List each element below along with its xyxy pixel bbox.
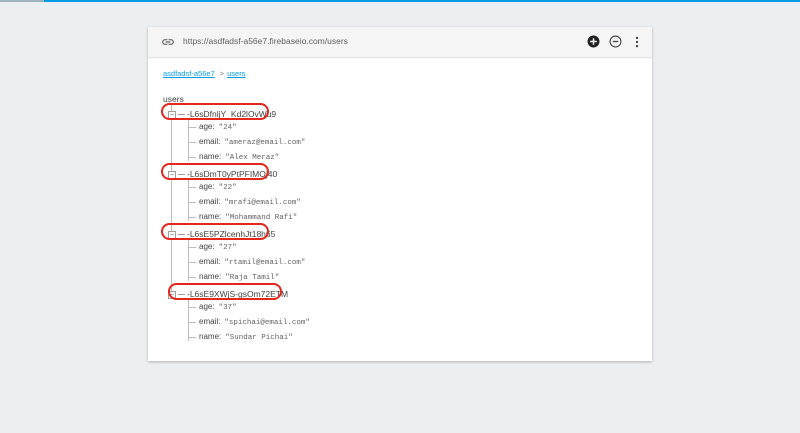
field-row[interactable]: age: "24" xyxy=(199,122,237,133)
child-connector-horizontal xyxy=(188,337,196,338)
child-connector-horizontal xyxy=(188,262,196,263)
field-row[interactable]: name: "Sundar Pichai" xyxy=(199,332,293,343)
field-name: email: xyxy=(199,317,221,326)
field-row[interactable]: age: "22" xyxy=(199,182,237,193)
child-connector-horizontal xyxy=(188,277,196,278)
field-value[interactable]: "24" xyxy=(219,124,237,132)
field-row[interactable]: name: "Mohammand Rafi" xyxy=(199,212,297,223)
field-row[interactable]: email: "spichai@email.com" xyxy=(199,317,310,328)
field-row[interactable]: email: "rtamil@email.com" xyxy=(199,257,305,268)
field-value[interactable]: "Sundar Pichai" xyxy=(225,334,293,342)
field-row[interactable]: age: "37" xyxy=(199,302,237,313)
field-value[interactable]: "Raja Tamil" xyxy=(225,274,279,282)
record-key[interactable]: -L6sDfnljY_Kd2lOvWu9 xyxy=(187,109,276,119)
collapse-toggle[interactable]: – xyxy=(168,171,176,179)
record-key[interactable]: -L6sDmT0yPtPFIMOj40 xyxy=(187,169,277,179)
field-value[interactable]: "Mohammand Rafi" xyxy=(225,214,297,222)
field-name: age: xyxy=(199,302,215,311)
field-value[interactable]: "ameraz@email.com" xyxy=(224,139,305,147)
key-connector xyxy=(178,294,185,295)
tree-connector-vertical xyxy=(171,105,172,295)
collapse-toggle[interactable]: – xyxy=(168,231,176,239)
field-row[interactable]: email: "ameraz@email.com" xyxy=(199,137,305,148)
field-row[interactable]: email: "mrafi@email.com" xyxy=(199,197,301,208)
database-panel: https://asdfadsf-a56e7.firebaseio.com/us… xyxy=(148,27,652,361)
collapse-toggle[interactable]: – xyxy=(168,111,176,119)
child-connector-horizontal xyxy=(188,247,196,248)
child-connector-horizontal xyxy=(188,202,196,203)
record-key[interactable]: -L6sE9XWjS-gsOm72ETM xyxy=(187,289,288,299)
field-name: email: xyxy=(199,197,221,206)
child-connector-horizontal xyxy=(188,127,196,128)
field-value[interactable]: "rtamil@email.com" xyxy=(224,259,305,267)
field-row[interactable]: name: "Raja Tamil" xyxy=(199,272,279,283)
field-value[interactable]: "spichai@email.com" xyxy=(224,319,310,327)
top-accent-bar xyxy=(44,0,800,2)
field-name: name: xyxy=(199,212,222,221)
field-value[interactable]: "22" xyxy=(219,184,237,192)
record-key[interactable]: -L6sE5PZlcenhJt18h65 xyxy=(187,229,275,239)
field-row[interactable]: name: "Alex Meraz" xyxy=(199,152,279,163)
field-value[interactable]: "mrafi@email.com" xyxy=(224,199,301,207)
child-connector-horizontal xyxy=(188,307,196,308)
field-name: name: xyxy=(199,152,222,161)
field-name: age: xyxy=(199,122,215,131)
field-value[interactable]: "37" xyxy=(219,304,237,312)
child-connector-horizontal xyxy=(188,142,196,143)
field-name: name: xyxy=(199,272,222,281)
data-tree: – -L6sDfnljY_Kd2lOvWu9 age: "24" email: "amer… xyxy=(148,27,652,361)
field-value[interactable]: "Alex Meraz" xyxy=(225,154,279,162)
key-connector xyxy=(178,114,185,115)
field-name: age: xyxy=(199,182,215,191)
field-name: name: xyxy=(199,332,222,341)
collapse-toggle[interactable]: – xyxy=(168,291,176,299)
field-name: age: xyxy=(199,242,215,251)
field-name: email: xyxy=(199,137,221,146)
child-connector-horizontal xyxy=(188,322,196,323)
child-connector-horizontal xyxy=(188,217,196,218)
child-connector-horizontal xyxy=(188,157,196,158)
field-row[interactable]: age: "27" xyxy=(199,242,237,253)
key-connector xyxy=(178,174,185,175)
key-connector xyxy=(178,234,185,235)
field-value[interactable]: "27" xyxy=(219,244,237,252)
child-connector-horizontal xyxy=(188,187,196,188)
field-name: email: xyxy=(199,257,221,266)
